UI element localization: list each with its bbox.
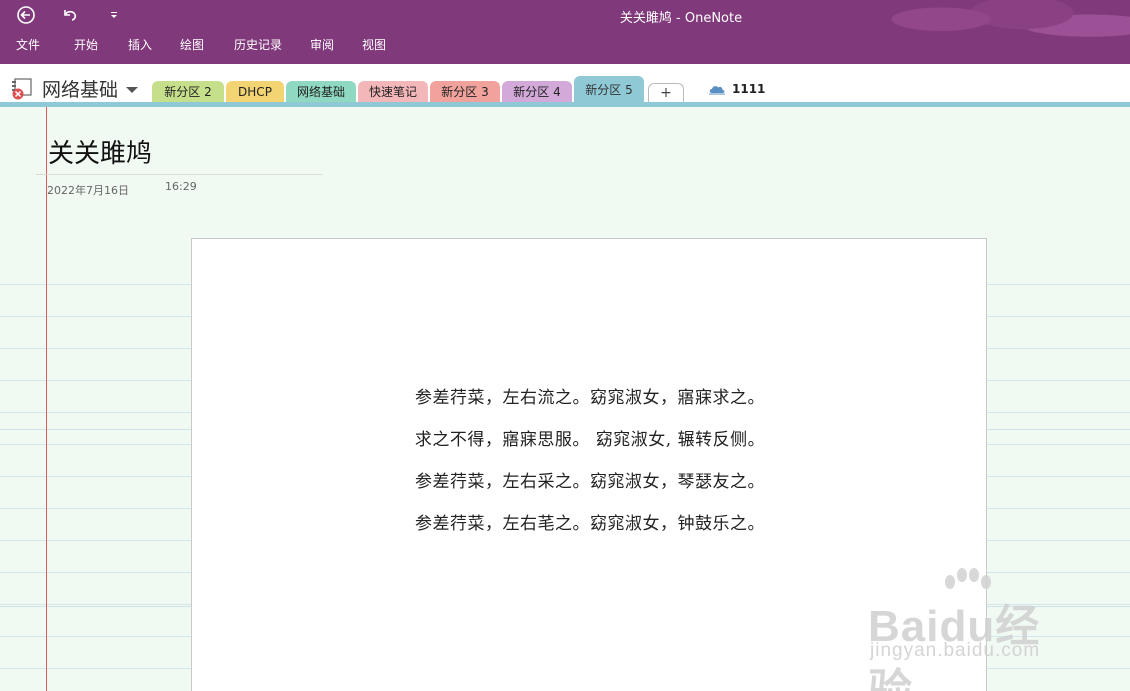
baidu-watermark: Baidu经验 jingyan.baidu.com	[866, 566, 1076, 691]
poem-line: 参差荇菜，左右芼之。窈窕淑女，钟鼓乐之。	[415, 514, 765, 534]
ribbon-tab-history[interactable]: 历史记录	[234, 36, 310, 53]
poem-line: 求之不得，寤寐思服。 窈窕淑女, 辗转反侧。	[414, 430, 766, 450]
title-divider	[36, 174, 322, 175]
ribbon-tab-review[interactable]: 审阅	[310, 36, 362, 53]
poem-text: 参差荇菜，左右流之。窈窕淑女，寤寐求之。 求之不得，寤寐思服。 窈窕淑女, 辗转…	[192, 383, 988, 551]
section-tab-label: 网络基础	[296, 85, 345, 99]
poem-line: 参差荇菜，左右采之。窈窕淑女，琴瑟友之。	[415, 472, 765, 492]
page-time: 16:29	[165, 180, 197, 193]
add-section-button[interactable]: +	[648, 83, 684, 102]
ribbon-tab-view[interactable]: 视图	[362, 36, 402, 53]
section-tab-6[interactable]: 新分区 4	[502, 81, 572, 102]
notebook-name: 网络基础	[42, 79, 119, 101]
section-tab-3[interactable]: 网络基础	[286, 81, 356, 102]
ribbon-tab-home[interactable]: 开始	[74, 36, 128, 53]
section-tabs: 新分区 2 DHCP 网络基础 快速笔记 新分区 3 新分区 4 新分区 5 +	[152, 76, 684, 102]
ribbon-tabs: 文件 开始 插入 绘图 历史记录 审阅 视图	[16, 36, 402, 53]
section-tab-label: 新分区 3	[441, 85, 489, 99]
ribbon-tab-draw[interactable]: 绘图	[180, 36, 234, 53]
watermark-sub: jingyan.baidu.com	[870, 640, 1041, 661]
section-tab-label: DHCP	[238, 84, 272, 99]
section-tab-label: 新分区 2	[164, 85, 212, 99]
sync-status[interactable]: 1111	[708, 82, 765, 96]
window-title: 关关雎鸠 - OneNote	[619, 11, 743, 26]
onedrive-cloud-icon	[709, 86, 725, 95]
section-tab-bar: 网络基础 新分区 2 DHCP 网络基础 快速笔记 新分区 3 新分区 4 新分…	[0, 64, 1130, 104]
section-tab-label: 新分区 4	[513, 85, 561, 99]
sync-label: 1111	[732, 82, 766, 96]
poem-line: 参差荇菜，左右流之。窈窕淑女，寤寐求之。	[415, 388, 765, 408]
page-date: 2022年7月16日	[47, 184, 129, 197]
section-tab-label: 快速笔记	[368, 85, 417, 99]
section-tab-5[interactable]: 新分区 3	[430, 81, 500, 102]
section-tab-4[interactable]: 快速笔记	[358, 81, 428, 102]
notebook-picker[interactable]: 网络基础	[10, 75, 139, 102]
ribbon-tab-file[interactable]: 文件	[16, 36, 74, 53]
section-tab-2[interactable]: DHCP	[226, 81, 284, 102]
page-title[interactable]: 关关雎鸠	[48, 133, 152, 170]
title-bar: 关关雎鸠 - OneNote 文件 开始 插入 绘图 历史记录 审阅 视图	[0, 0, 1130, 64]
section-tab-label: 新分区 5	[585, 82, 633, 97]
notebook-sync-error-icon	[10, 77, 36, 101]
chevron-down-icon	[126, 86, 139, 93]
ribbon-tab-insert[interactable]: 插入	[128, 36, 180, 53]
section-tab-7-active[interactable]: 新分区 5	[574, 76, 644, 102]
section-tab-1[interactable]: 新分区 2	[152, 81, 224, 102]
